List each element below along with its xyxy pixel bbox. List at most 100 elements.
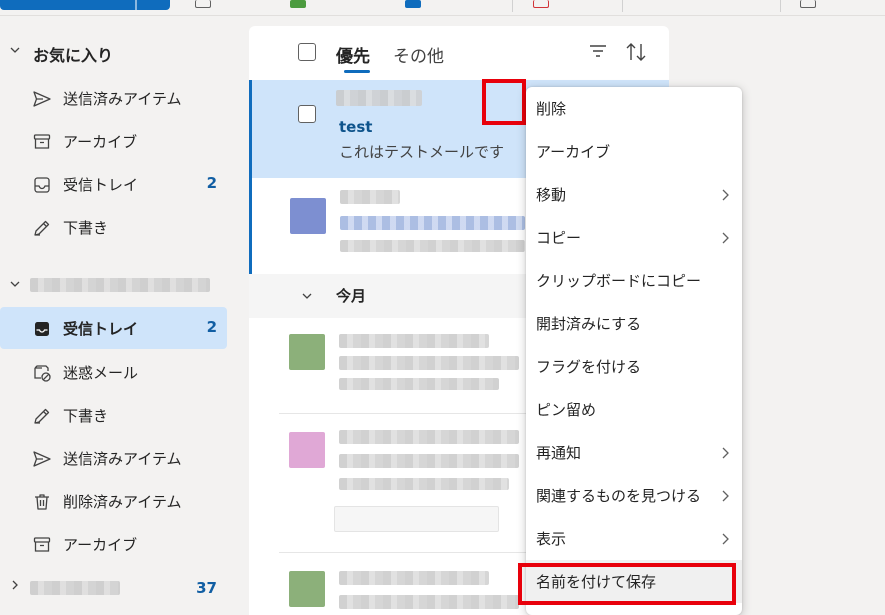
menu-item-delete[interactable]: 削除: [526, 87, 742, 130]
toolbar-icon[interactable]: [800, 0, 816, 8]
redacted-account-name: [30, 278, 210, 292]
account-header[interactable]: [0, 266, 227, 308]
archive-icon: [33, 537, 51, 552]
folder-label: 受信トレイ: [63, 320, 139, 338]
menu-item-label: 削除: [536, 100, 567, 118]
redacted-sender: [339, 571, 489, 585]
folder-label: アーカイブ: [63, 536, 138, 554]
folder-label: 削除済みアイテム: [63, 493, 182, 511]
chevron-right-icon: [722, 189, 729, 201]
folder-drafts[interactable]: 下書き: [0, 394, 227, 436]
inbox-icon: [34, 177, 50, 193]
toolbar-icon[interactable]: [290, 0, 306, 8]
chevron-right-icon: [722, 533, 729, 545]
folder-junk[interactable]: 迷惑メール: [0, 351, 227, 393]
redacted-preview: [339, 378, 499, 390]
menu-item-mark-read[interactable]: 開封済みにする: [526, 302, 742, 345]
other-group-header[interactable]: 37: [0, 567, 227, 609]
folder-label: 下書き: [63, 407, 109, 425]
menu-item-archive[interactable]: アーカイブ: [526, 130, 742, 173]
favorites-label: お気に入り: [33, 46, 114, 65]
redacted-sender: [339, 334, 489, 348]
draft-icon: [34, 408, 50, 424]
highlight-box: [518, 563, 736, 605]
tab-focused[interactable]: 優先: [336, 42, 370, 67]
message-list-header: 優先 その他: [249, 26, 669, 80]
redacted-attachment: [334, 506, 499, 532]
avatar: [289, 334, 325, 370]
menu-item-snooze[interactable]: 再通知: [526, 431, 742, 474]
menu-item-label: クリップボードにコピー: [536, 272, 702, 290]
message-checkbox[interactable]: [298, 105, 316, 123]
favorite-sent-items[interactable]: 送信済みアイテム: [0, 77, 227, 119]
redacted-sender: [339, 430, 519, 444]
sort-icon[interactable]: [625, 42, 647, 62]
avatar: [290, 198, 326, 234]
redacted-sender: [340, 190, 400, 204]
folder-inbox[interactable]: 受信トレイ 2: [0, 307, 227, 349]
draft-icon: [34, 220, 50, 236]
new-mail-button[interactable]: [0, 0, 170, 10]
junk-icon: [34, 365, 51, 382]
redacted-subject: [339, 595, 519, 609]
message-preview: これはテストメールです: [339, 143, 505, 161]
toolbar-divider: [512, 0, 513, 12]
chevron-right-icon: [722, 232, 729, 244]
reading-pane: [742, 16, 885, 615]
menu-item-view[interactable]: 表示: [526, 517, 742, 560]
menu-item-label: 開封済みにする: [536, 315, 642, 333]
menu-item-find-related[interactable]: 関連するものを見つける: [526, 474, 742, 517]
menu-item-copy[interactable]: コピー: [526, 216, 742, 259]
redacted-subject: [339, 356, 519, 370]
toolbar-icon[interactable]: [405, 0, 421, 8]
trash-icon: [35, 494, 49, 510]
folder-archive[interactable]: アーカイブ: [0, 523, 227, 565]
message-subject: test: [339, 118, 373, 136]
menu-item-label: コピー: [536, 229, 582, 247]
favorite-drafts[interactable]: 下書き: [0, 206, 227, 248]
folder-label: 迷惑メール: [63, 364, 139, 382]
redacted-sender: [336, 90, 422, 106]
folder-pane: お気に入り 送信済みアイテム アーカイブ 受信トレイ 2 下書き 受信トレイ 2…: [0, 16, 235, 615]
highlight-box: [482, 79, 526, 125]
menu-item-label: アーカイブ: [536, 143, 611, 161]
folder-label: 送信済みアイテム: [63, 450, 182, 468]
menu-item-label: 関連するものを見つける: [536, 487, 702, 505]
menu-item-flag[interactable]: フラグを付ける: [526, 345, 742, 388]
folder-deleted-items[interactable]: 削除済みアイテム: [0, 480, 227, 522]
redacted-subject: [339, 454, 519, 468]
folder-label: 送信済みアイテム: [63, 90, 182, 108]
unread-count: 2: [206, 174, 217, 192]
chevron-right-icon: [722, 447, 729, 459]
menu-item-label: フラグを付ける: [536, 358, 642, 376]
ribbon-toolbar: [0, 0, 885, 16]
avatar: [289, 571, 325, 607]
archive-icon: [33, 134, 51, 149]
filter-icon[interactable]: [589, 44, 607, 58]
menu-item-move[interactable]: 移動: [526, 173, 742, 216]
folder-label: 受信トレイ: [63, 176, 139, 194]
inbox-icon: [35, 322, 49, 336]
redacted-group-name: [30, 581, 120, 595]
menu-item-pin[interactable]: ピン留め: [526, 388, 742, 431]
folder-sent-items[interactable]: 送信済みアイテム: [0, 437, 227, 479]
context-menu: 削除 アーカイブ 移動 コピー クリップボードにコピー 開封済みにする フラグを…: [526, 87, 742, 615]
tab-other[interactable]: その他: [393, 42, 444, 67]
menu-item-label: 再通知: [536, 444, 582, 462]
chevron-down-icon: [10, 47, 20, 53]
select-all-checkbox[interactable]: [298, 43, 316, 61]
toolbar-icon[interactable]: [195, 0, 211, 8]
active-tab-indicator: [344, 70, 370, 73]
toolbar-divider: [622, 0, 623, 12]
chevron-down-icon: [10, 281, 20, 287]
unread-count: 37: [196, 579, 217, 597]
menu-item-label: 表示: [536, 530, 567, 548]
favorite-inbox[interactable]: 受信トレイ 2: [0, 163, 227, 205]
date-group-label: 今月: [336, 287, 367, 305]
favorite-archive[interactable]: アーカイブ: [0, 120, 227, 162]
menu-item-label: ピン留め: [536, 401, 597, 419]
send-icon: [33, 91, 51, 107]
favorites-header[interactable]: お気に入り: [0, 32, 227, 74]
menu-item-copy-to-clipboard[interactable]: クリップボードにコピー: [526, 259, 742, 302]
toolbar-icon[interactable]: [533, 0, 549, 8]
